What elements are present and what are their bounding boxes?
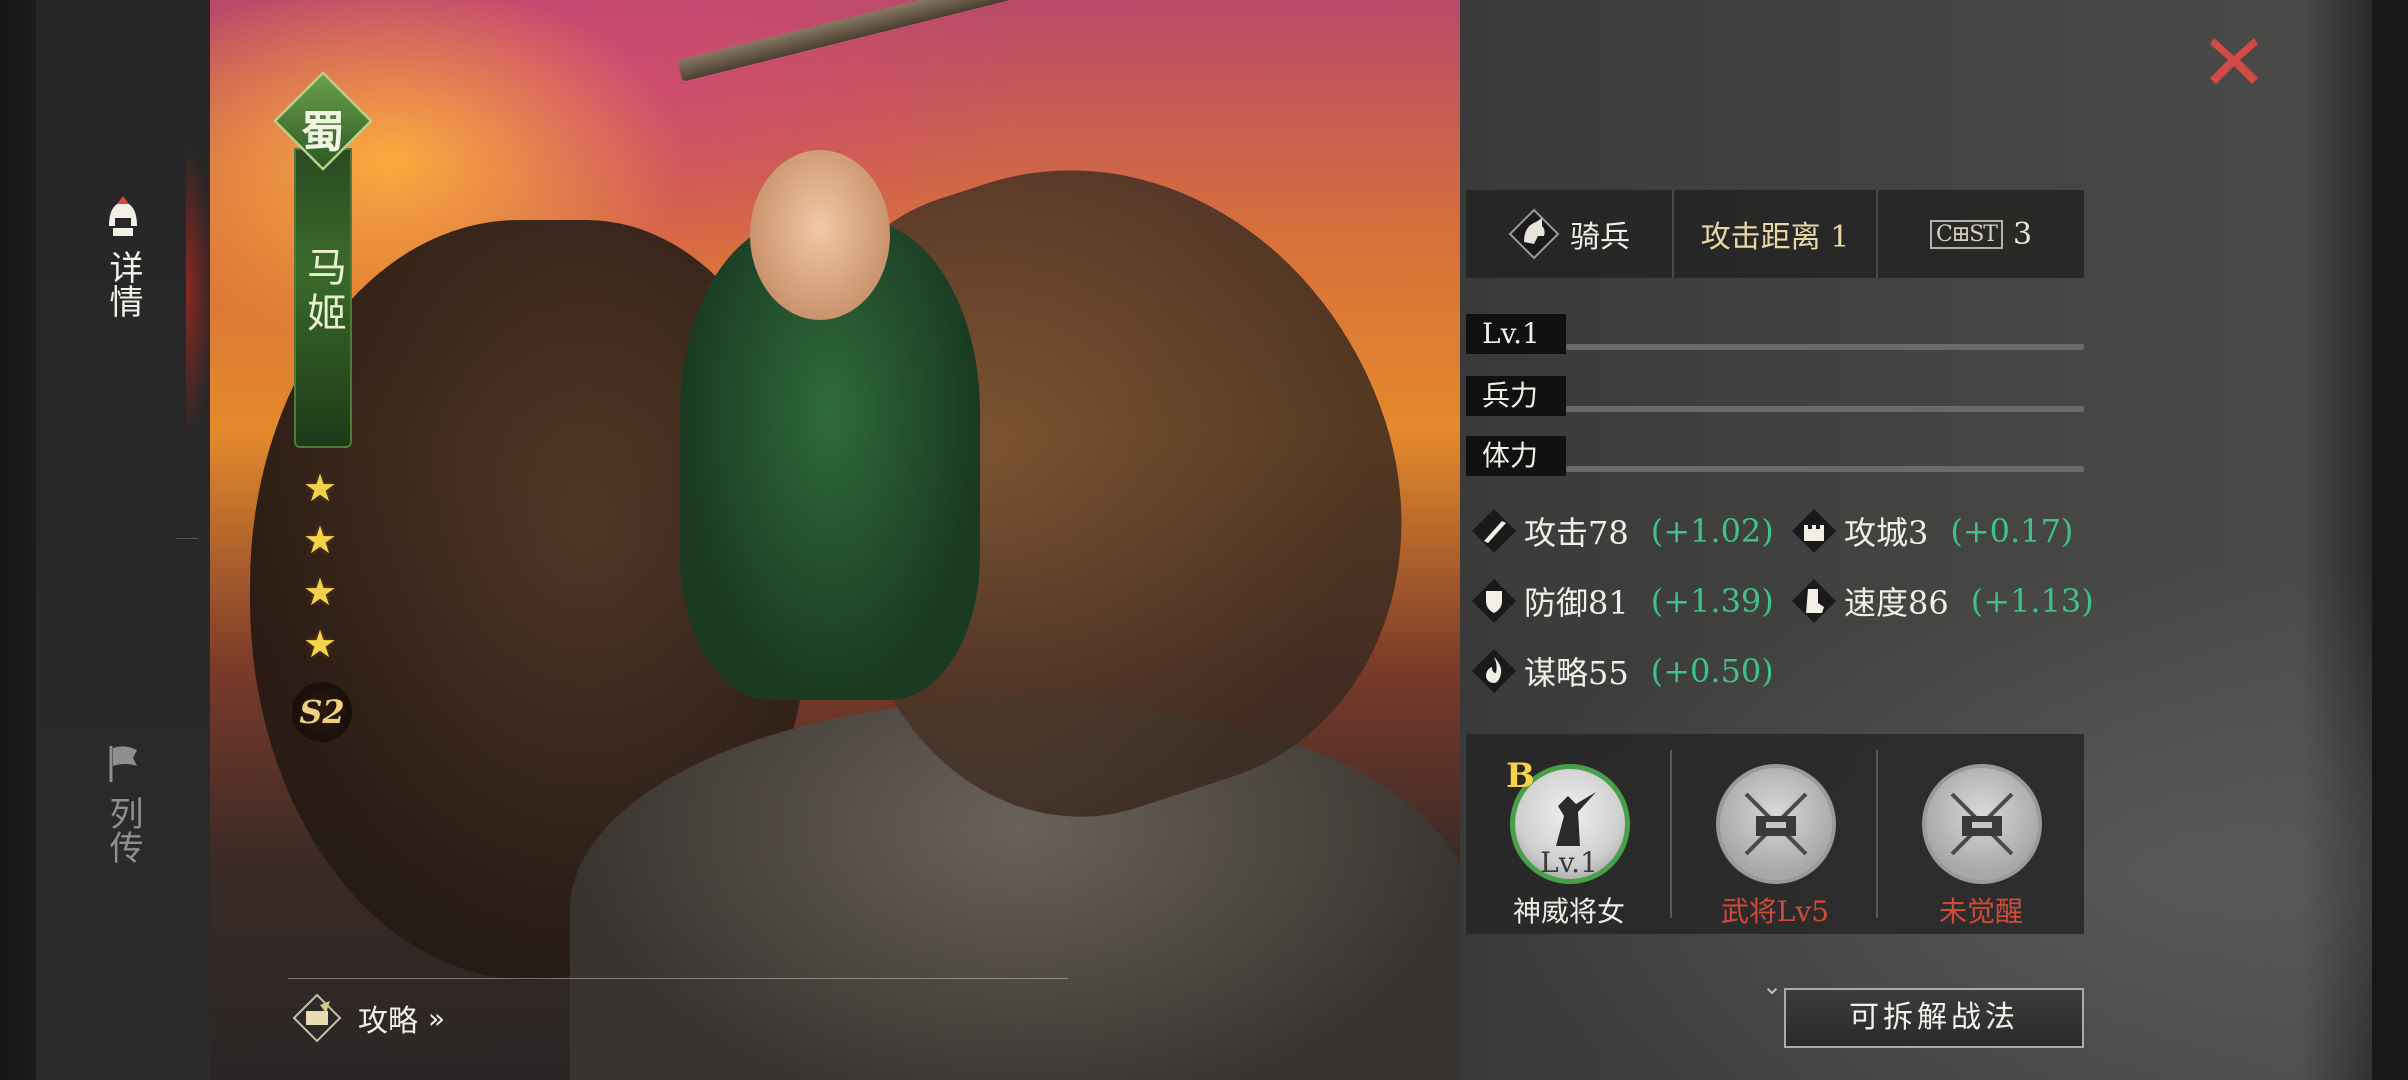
cost-value: 3 (2012, 216, 2033, 252)
strategy-value: 谋略55 (1524, 654, 1629, 692)
skill-name: 神威将女 (1512, 895, 1625, 928)
faction-label: 蜀 (301, 107, 345, 158)
crossed-spears-icon (1950, 792, 2014, 856)
sidebar-divider (176, 538, 198, 539)
stat-speed: 速度86 (+1.13) (1790, 576, 2094, 626)
level-bar: Lv.1 (1466, 314, 2084, 354)
sword-icon (1472, 509, 1516, 553)
chevron-down-icon: ⌄ (1762, 972, 1783, 1000)
strategy-growth: (+0.50) (1650, 652, 1774, 690)
guide-label: 攻略 (358, 1004, 418, 1039)
attack-range: 攻击距离 1 (1672, 190, 1878, 278)
level-track (1566, 344, 2084, 350)
tab-biography[interactable]: 列传 (36, 742, 210, 864)
stamina-bar: 体力 (1466, 436, 2084, 476)
speed-value: 速度86 (1844, 584, 1949, 622)
cost: C⊞ST 3 (1878, 190, 2084, 278)
skill-slot-awaken[interactable]: 未觉醒 (1878, 734, 2084, 934)
troops-label: 兵力 (1466, 376, 1566, 416)
cavalry-icon (1508, 208, 1560, 260)
decompose-skill-button[interactable]: 可拆解战法 (1784, 988, 2084, 1048)
helmet-icon (109, 196, 137, 236)
skill-slot-innate[interactable]: B Lv.1 神威将女 (1466, 734, 1672, 934)
guide-link[interactable]: 攻略 » (290, 990, 445, 1046)
crossed-spears-icon (1744, 792, 1808, 856)
star-icon: ★ (302, 518, 338, 562)
guide-arrow: » (428, 1001, 446, 1035)
skill-level: Lv.1 (1540, 846, 1598, 879)
tab-detail[interactable]: 详情 (36, 196, 210, 318)
portrait-divider (288, 978, 1068, 979)
shield-icon (1472, 579, 1516, 623)
siege-value: 攻城3 (1844, 514, 1929, 552)
flame-icon (1472, 649, 1516, 693)
unit-type: 骑兵 (1466, 190, 1672, 278)
attack-growth: (+1.02) (1650, 512, 1774, 550)
stat-defense: 防御81 (+1.39) (1470, 576, 1774, 626)
attack-value: 攻击78 (1524, 514, 1629, 552)
stat-attack: 攻击78 (+1.02) (1470, 506, 1774, 556)
sidebar: 详情 列传 (36, 0, 210, 1080)
defense-growth: (+1.39) (1650, 582, 1774, 620)
cost-icon: C⊞ST (1929, 219, 2003, 249)
skill-awaken-status: 未觉醒 (1938, 895, 2023, 928)
star-rating: ★ ★ ★ ★ (300, 462, 340, 670)
portrait-sword (677, 0, 1460, 82)
close-icon[interactable] (2204, 30, 2264, 90)
tab-biography-label: 列传 (103, 796, 143, 864)
strategy-book-icon (292, 993, 342, 1043)
siege-growth: (+0.17) (1950, 512, 2074, 550)
hero-info-bar: 骑兵 攻击距离 1 C⊞ST 3 (1466, 190, 2084, 278)
season-badge: S2 (292, 682, 352, 742)
troops-track (1566, 406, 2084, 412)
warrior-icon (1556, 792, 1596, 846)
tab-detail-label: 详情 (103, 250, 143, 318)
skill-grade: B (1506, 756, 1535, 796)
unit-type-label: 骑兵 (1570, 220, 1630, 255)
hero-name: 马姬 (300, 246, 346, 338)
skill-unlock-requirement: 武将Lv5 (1720, 895, 1830, 928)
skills-panel: B Lv.1 神威将女 武将Lv5 未觉醒 (1466, 734, 2084, 934)
flag-icon (109, 746, 137, 782)
boot-icon (1792, 579, 1836, 623)
stat-strategy: 谋略55 (+0.50) (1470, 646, 1774, 696)
speed-growth: (+1.13) (1970, 582, 2094, 620)
stamina-label: 体力 (1466, 436, 1566, 476)
star-icon: ★ (302, 622, 338, 666)
skill-slot-2[interactable]: 武将Lv5 (1672, 734, 1878, 934)
level-label: Lv.1 (1466, 314, 1566, 354)
stamina-track (1566, 466, 2084, 472)
portrait-face (750, 150, 890, 320)
defense-value: 防御81 (1524, 584, 1629, 622)
hero-portrait (210, 0, 1460, 1080)
stat-siege: 攻城3 (+0.17) (1790, 506, 2073, 556)
star-icon: ★ (302, 570, 338, 614)
faction-banner: 蜀 马姬 (273, 71, 373, 448)
troops-bar: 兵力 (1466, 376, 2084, 416)
star-icon: ★ (302, 466, 338, 510)
castle-icon (1792, 509, 1836, 553)
